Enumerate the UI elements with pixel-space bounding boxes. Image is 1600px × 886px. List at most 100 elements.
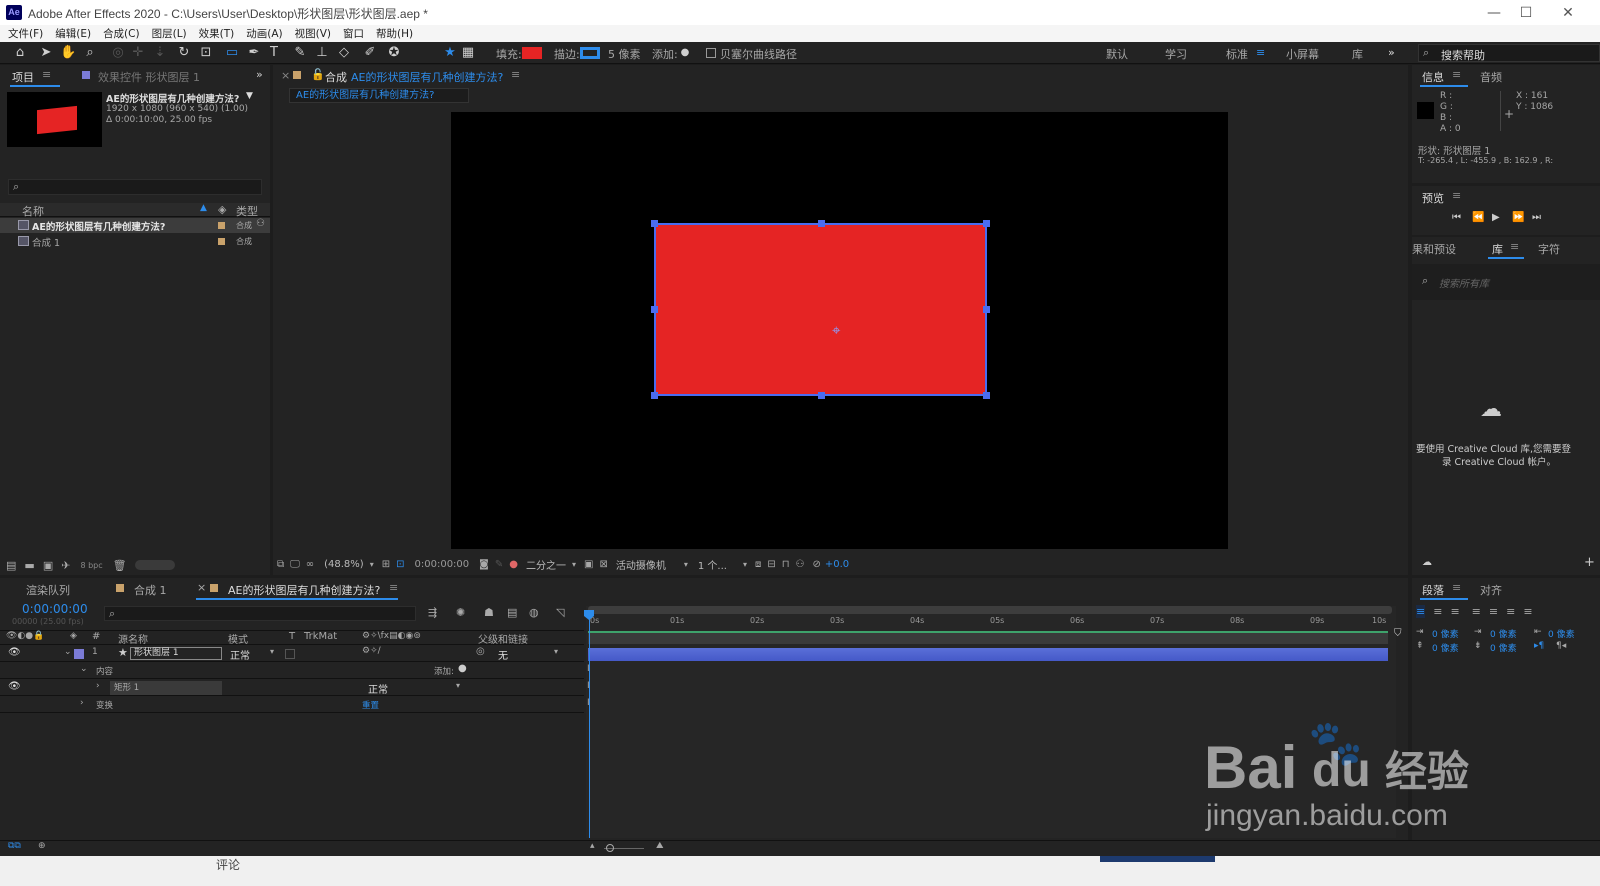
twirl-closed-icon[interactable]: ›: [80, 698, 84, 708]
zoom-in-icon[interactable]: ⛰: [656, 841, 664, 851]
tab-effect-controls[interactable]: 效果控件 形状图层 1: [98, 69, 200, 85]
chevron-down-icon[interactable]: ▾: [456, 681, 460, 690]
content-row[interactable]: ⌄ 内容 添加: ●: [0, 663, 584, 679]
menu-edit[interactable]: 编辑(E): [55, 26, 91, 41]
home-icon[interactable]: ⌂: [12, 45, 28, 61]
workspace-standard[interactable]: 标准: [1226, 46, 1248, 62]
menu-help[interactable]: 帮助(H): [376, 26, 413, 41]
next-frame-icon[interactable]: ⏩: [1512, 212, 1524, 223]
project-row[interactable]: 合成 1 合成: [0, 234, 270, 249]
time-ruler[interactable]: 0s 01s 02s 03s 04s 05s 06s 07s 08s 09s 10s: [586, 616, 1396, 630]
rect-mode-dropdown[interactable]: 正常: [368, 681, 388, 696]
timeline-icon[interactable]: ⊓: [782, 559, 790, 570]
exposure-reset-icon[interactable]: ⊘: [813, 559, 821, 570]
add-circle-icon[interactable]: ●: [458, 663, 467, 674]
tab-audio[interactable]: 音频: [1480, 69, 1502, 85]
panel-menu-icon[interactable]: ≡: [1452, 68, 1461, 81]
anchor-point-icon[interactable]: ⌖: [832, 323, 840, 338]
toggle-view-icon[interactable]: ⧈: [755, 559, 761, 570]
workspace-learn[interactable]: 学习: [1165, 46, 1187, 62]
hand-tool-icon[interactable]: ✋: [60, 45, 76, 61]
comp-tab-name[interactable]: AE的形状图层有几种创建方法?: [351, 69, 503, 85]
chevron-down-icon[interactable]: ▾: [572, 560, 576, 569]
eraser-tool-icon[interactable]: ◇: [336, 45, 352, 61]
first-frame-icon[interactable]: ⏮: [1452, 212, 1461, 223]
close-tab-icon[interactable]: ×: [197, 581, 206, 594]
comp-mini-flowchart-icon[interactable]: ⇶: [428, 606, 437, 619]
checker-icon[interactable]: ▦: [460, 45, 476, 61]
rotate-tool-icon[interactable]: ↻: [176, 45, 192, 61]
grid-icon[interactable]: ⊞: [382, 559, 390, 570]
maximize-button[interactable]: ☐: [1506, 3, 1546, 23]
shy-layers-icon[interactable]: ☗: [484, 606, 494, 619]
layer-duration-bar[interactable]: [588, 648, 1388, 661]
timeline-timecode[interactable]: 0:00:00:00: [22, 602, 88, 616]
brush-tool-icon[interactable]: ✎: [292, 45, 308, 61]
previous-frame-icon[interactable]: ⏪: [1472, 212, 1484, 223]
show-snapshot-icon[interactable]: ✎: [495, 559, 503, 570]
roto-brush-tool-icon[interactable]: ✐: [362, 45, 378, 61]
interpret-footage-icon[interactable]: ▤: [6, 559, 16, 572]
column-trkmat[interactable]: TrkMat: [304, 631, 337, 642]
column-number[interactable]: #: [92, 631, 100, 642]
stroke-swatch[interactable]: [580, 47, 600, 59]
layer-switches-toggle-icon[interactable]: ⧉⧉: [8, 841, 21, 851]
preserve-transparency-checkbox[interactable]: [285, 649, 295, 659]
menu-animation[interactable]: 动画(A): [246, 26, 282, 41]
eye-icon[interactable]: 👁: [8, 681, 21, 692]
switches-icon[interactable]: ⚙✧\fx▤◐◉⊚: [362, 631, 421, 641]
star-icon[interactable]: ★: [442, 45, 458, 61]
chevron-down-icon[interactable]: ▾: [684, 560, 688, 569]
bpc-label[interactable]: 8 bpc: [80, 561, 102, 570]
label-tag-icon[interactable]: ◈: [218, 203, 226, 216]
av-features-icon[interactable]: 👁◐●🔒: [6, 631, 44, 641]
preview-title[interactable]: 预览: [1422, 190, 1444, 206]
taskbar-item[interactable]: [1100, 856, 1215, 862]
frame-blending-icon[interactable]: ▤: [507, 606, 517, 619]
play-icon[interactable]: ▶: [1492, 212, 1500, 223]
column-t[interactable]: T: [289, 631, 295, 642]
workspace-menu-icon[interactable]: ≡: [1256, 46, 1265, 59]
rtl-direction-icon[interactable]: ¶◂: [1556, 641, 1566, 651]
tab-render-queue[interactable]: 渲染队列: [26, 582, 70, 598]
workspace-default[interactable]: 默认: [1106, 46, 1128, 62]
chevron-down-icon[interactable]: ▾: [743, 560, 747, 569]
fill-swatch[interactable]: [522, 47, 542, 59]
handle-bl[interactable]: [651, 392, 658, 399]
puppet-tool-icon[interactable]: ✪: [386, 45, 402, 61]
tab-library[interactable]: 库: [1492, 241, 1503, 257]
project-search-input[interactable]: ⌕: [8, 179, 262, 195]
bezier-checkbox[interactable]: [706, 48, 716, 58]
justify-center-icon[interactable]: ≡: [1489, 605, 1498, 618]
tab-paragraph[interactable]: 段落: [1422, 582, 1444, 598]
project-row[interactable]: AE的形状图层有几种创建方法? 合成 ⚇: [0, 218, 270, 233]
workspace-libraries[interactable]: 库: [1352, 46, 1363, 62]
align-right-icon[interactable]: ≡: [1450, 605, 1459, 618]
views-dropdown[interactable]: 1 个...: [698, 557, 727, 572]
label-color-swatch[interactable]: [218, 222, 225, 229]
layer-mode-dropdown[interactable]: 正常: [230, 647, 250, 662]
handle-tr[interactable]: [983, 220, 990, 227]
timeline-search-input[interactable]: ⌕: [104, 606, 416, 621]
tab-info[interactable]: 信息: [1422, 69, 1444, 85]
workspace-small-screen[interactable]: 小屏幕: [1286, 46, 1319, 62]
camera-snapshot-icon[interactable]: ◙: [479, 559, 489, 570]
selection-tool-icon[interactable]: ➤: [38, 45, 54, 61]
justify-all-icon[interactable]: ≡: [1523, 605, 1532, 618]
menu-view[interactable]: 视图(V): [295, 26, 331, 41]
comp-marker-icon[interactable]: ⛉: [1394, 628, 1402, 639]
rect-name-field[interactable]: 矩形 1: [110, 681, 222, 695]
zoom-out-icon[interactable]: ▴: [590, 841, 595, 851]
align-left-icon[interactable]: ≡: [1416, 604, 1426, 618]
thumbnail-slider[interactable]: [134, 560, 175, 570]
layer-name-field[interactable]: 形状图层 1: [130, 647, 222, 660]
red-rectangle-shape[interactable]: ⌖: [651, 220, 990, 399]
panel-menu-icon[interactable]: ≡: [1452, 581, 1461, 594]
delete-icon[interactable]: 🗑: [113, 559, 127, 572]
space-before-value[interactable]: 0 像素: [1432, 641, 1459, 654]
pen-tool-icon[interactable]: ✒: [246, 45, 262, 61]
help-search-box[interactable]: ⌕ 搜索帮助: [1418, 44, 1600, 62]
more-workspaces-icon[interactable]: »: [1388, 46, 1395, 59]
type-tool-icon[interactable]: T: [266, 45, 282, 61]
comp-tab-prefix[interactable]: 合成: [325, 69, 347, 85]
